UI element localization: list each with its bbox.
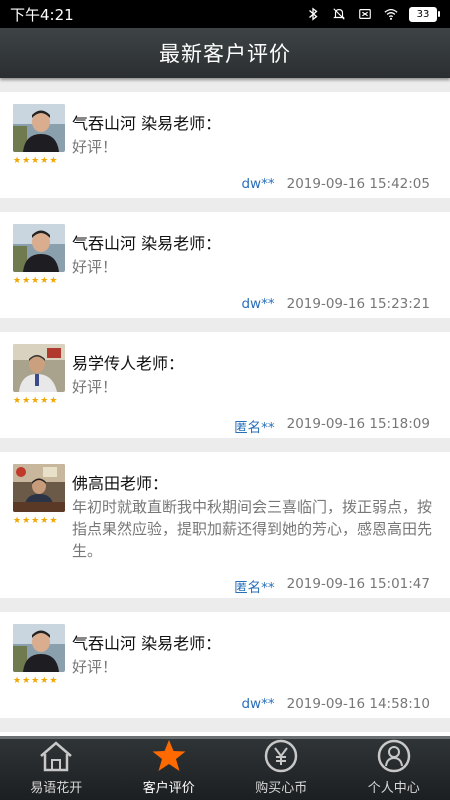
review-text: 好评！ xyxy=(72,378,118,396)
bottom-tab-bar: 易语花开 客户评价 购买心币 个人中心 xyxy=(0,736,450,800)
no-sim-icon xyxy=(359,9,371,19)
reviewer-name[interactable]: dw** xyxy=(241,696,274,712)
tab-profile[interactable]: 个人中心 xyxy=(338,739,450,800)
teacher-name: 气吞山河 染易老师： xyxy=(72,634,222,653)
review-meta: dw** 2019-09-16 14:58:10 xyxy=(241,696,430,712)
rating-stars: ★ ★ ★ ★ ★ xyxy=(13,396,58,406)
review-card[interactable]: ★ ★ ★ ★ ★ 气吞山河 染易老师： 好评！ dw** 2019-09-16 15:… xyxy=(0,92,450,198)
review-meta: 匿名** 2019-09-16 15:18:09 xyxy=(234,416,430,436)
teacher-name: 气吞山河 染易老师： xyxy=(72,114,222,133)
rating-stars: ★ ★ ★ ★ ★ xyxy=(13,676,58,686)
review-meta: 匿名** 2019-09-16 15:01:47 xyxy=(234,576,430,596)
home-icon xyxy=(40,741,73,772)
review-meta: dw** 2019-09-16 15:42:05 xyxy=(241,176,430,192)
reviewer-name[interactable]: dw** xyxy=(241,296,274,312)
teacher-name: 气吞山河 染易老师： xyxy=(72,234,222,253)
teacher-avatar xyxy=(13,464,65,512)
status-time: 下午4:21 xyxy=(10,5,74,24)
review-meta: dw** 2019-09-16 15:23:21 xyxy=(241,296,430,312)
review-time: 2019-09-16 15:01:47 xyxy=(286,576,430,592)
status-icons: 33 xyxy=(305,6,440,22)
tab-label: 客户评价 xyxy=(142,781,195,796)
review-time: 2019-09-16 14:58:10 xyxy=(286,696,430,712)
wifi-icon xyxy=(384,8,398,20)
review-card[interactable]: ★ ★ ★ ★ ★ 易学传人老师： 好评！ 匿名** 2019-09-16 15:18:… xyxy=(0,332,450,438)
teacher-avatar xyxy=(13,224,65,272)
reviewer-name[interactable]: 匿名** xyxy=(234,576,275,596)
rating-stars: ★ ★ ★ ★ ★ xyxy=(13,156,58,166)
tab-home[interactable]: 易语花开 xyxy=(0,739,113,800)
review-time: 2019-09-16 15:23:21 xyxy=(286,296,430,312)
review-card[interactable]: ★ ★ ★ ★ ★ 气吞山河 染易老师： 好评！ dw** 2019-09-16 14:… xyxy=(0,612,450,718)
tab-label: 个人中心 xyxy=(367,781,420,796)
teacher-name: 易学传人老师： xyxy=(72,354,185,373)
yen-coin-icon xyxy=(265,739,298,773)
bluetooth-icon xyxy=(309,7,318,21)
review-text: 好评！ xyxy=(72,658,118,676)
review-card[interactable]: ★ ★ ★ ★ ★ 佛高田老师： 年初时就敢直断我中秋期间会三喜临门，拨正弱点，按指点果… xyxy=(0,452,450,598)
review-time: 2019-09-16 15:42:05 xyxy=(286,176,430,192)
review-text: 年初时就敢直断我中秋期间会三喜临门，拨正弱点，按指点果然应验，提职加薪还得到她的… xyxy=(72,498,433,560)
battery-icon: 33 xyxy=(409,6,440,22)
teacher-avatar xyxy=(13,104,65,152)
reviewer-name[interactable]: 匿名** xyxy=(234,416,275,436)
page-title-bar: 最新客户评价 xyxy=(0,28,450,78)
battery-level: 33 xyxy=(416,8,430,20)
mute-icon xyxy=(333,8,345,20)
tab-label: 购买心币 xyxy=(255,781,308,796)
tab-buy-coins[interactable]: 购买心币 xyxy=(225,739,338,800)
rating-stars: ★ ★ ★ ★ ★ xyxy=(13,276,58,286)
tab-label: 易语花开 xyxy=(30,781,83,796)
teacher-avatar xyxy=(13,344,65,392)
status-bar: 下午4:21 33 xyxy=(0,0,450,28)
teacher-name: 佛高田老师： xyxy=(72,474,169,493)
review-time: 2019-09-16 15:18:09 xyxy=(286,416,430,432)
review-text: 好评！ xyxy=(72,138,118,156)
teacher-avatar xyxy=(13,624,65,672)
rating-stars: ★ ★ ★ ★ ★ xyxy=(13,516,58,526)
person-icon xyxy=(377,739,410,773)
review-text: 好评！ xyxy=(72,258,118,276)
reviewer-name[interactable]: dw** xyxy=(241,176,274,192)
review-card[interactable]: ★ ★ ★ ★ ★ 气吞山河 染易老师： 好评！ dw** 2019-09-16 15:… xyxy=(0,212,450,318)
star-icon xyxy=(152,740,186,771)
tab-reviews[interactable]: 客户评价 xyxy=(113,739,226,800)
page-title: 最新客户评价 xyxy=(159,42,291,66)
review-list[interactable]: ★ ★ ★ ★ ★ 气吞山河 染易老师： 好评！ dw** 2019-09-16 15:… xyxy=(0,78,450,736)
